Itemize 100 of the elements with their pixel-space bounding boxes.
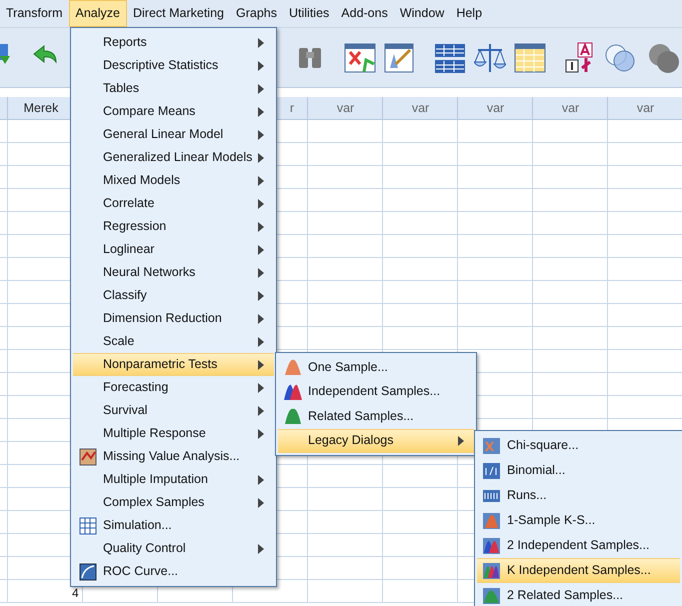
scale-icon[interactable] — [474, 42, 506, 74]
distribution-icon[interactable] — [483, 512, 501, 530]
menu-item[interactable]: 2 Related Samples... — [477, 583, 680, 606]
column-header: r — [290, 100, 294, 117]
column-header: var — [336, 100, 354, 117]
submenu-arrow-icon — [258, 474, 264, 484]
menu-bar-item[interactable]: Help — [450, 0, 488, 27]
submenu-arrow-icon — [258, 244, 264, 254]
menu-item[interactable]: K Independent Samples... — [477, 558, 680, 583]
menu-item[interactable]: Reports — [73, 31, 274, 54]
menu-item[interactable]: Nonparametric Tests — [73, 353, 274, 376]
missing-values-icon[interactable] — [79, 448, 97, 466]
submenu-arrow-icon — [258, 268, 264, 278]
menu-item[interactable]: Descriptive Statistics — [73, 54, 274, 77]
submenu-arrow-icon — [258, 176, 264, 186]
menu-item[interactable]: Survival — [73, 399, 274, 422]
edit-table-icon[interactable] — [384, 42, 414, 74]
menu-item-label: Multiple Response — [103, 425, 207, 442]
submenu-arrow-icon — [458, 436, 464, 446]
menu-item[interactable]: Quality Control — [73, 537, 274, 560]
distribution-icon[interactable] — [483, 586, 501, 604]
menu-item[interactable]: Regression — [73, 215, 274, 238]
menu-item[interactable]: Generalized Linear Models — [73, 146, 274, 169]
menu-item-label: Descriptive Statistics — [103, 57, 220, 74]
chi-square-icon[interactable] — [483, 436, 501, 454]
submenu-arrow-icon — [258, 544, 264, 554]
menu-item[interactable]: Correlate — [73, 192, 274, 215]
menu-item-label: ROC Curve... — [103, 563, 180, 580]
menu-item[interactable]: Multiple Response — [73, 422, 274, 445]
menu-item-label: Quality Control — [103, 540, 187, 558]
submenu-arrow-icon — [258, 60, 264, 70]
distribution-icon[interactable] — [284, 382, 302, 401]
menu-item-label: Reports — [103, 34, 148, 52]
column-header: var — [412, 100, 430, 117]
menu-item[interactable]: Tables — [73, 77, 274, 100]
menu-item[interactable]: Runs... — [477, 483, 680, 508]
menu-item[interactable]: General Linear Model — [73, 123, 274, 146]
variable-sets-icon[interactable] — [604, 42, 636, 74]
menu-item-label: Scale — [103, 333, 136, 350]
menu-item[interactable]: Missing Value Analysis... — [73, 445, 274, 468]
menu-item-label: Mixed Models — [103, 172, 182, 190]
menu-item-label: Binomial... — [507, 462, 566, 480]
column-header: var — [636, 100, 654, 117]
menu-item-label: Nonparametric Tests — [103, 356, 218, 374]
submenu-arrow-icon — [258, 38, 264, 48]
menu-item[interactable]: Loglinear — [73, 238, 274, 261]
menu-bar-item[interactable]: Window — [394, 0, 450, 27]
menu-item-label: 1-Sample K-S... — [507, 512, 596, 530]
menu-item[interactable]: Mixed Models — [73, 169, 274, 192]
submenu-arrow-icon — [258, 152, 264, 162]
table-icon[interactable] — [79, 516, 97, 534]
menu-item[interactable]: Forecasting — [73, 376, 274, 399]
submenu-arrow-icon — [258, 130, 264, 140]
roc-curve-icon[interactable] — [79, 562, 97, 580]
submenu-arrow-icon — [258, 406, 264, 416]
binomial-icon[interactable] — [483, 462, 501, 480]
menu-item[interactable]: Scale — [73, 330, 274, 353]
split-file-icon[interactable] — [434, 42, 466, 74]
menu-item[interactable]: 2 Independent Samples... — [477, 533, 680, 558]
menu-bar-item[interactable]: Utilities — [282, 0, 336, 27]
distribution-icon[interactable] — [483, 536, 501, 554]
menu-item[interactable]: One Sample... — [278, 355, 474, 380]
menu-bar-item[interactable]: Graphs — [230, 0, 283, 27]
menu-item[interactable]: Neural Networks — [73, 261, 274, 284]
menu-item[interactable]: Compare Means — [73, 100, 274, 123]
menu-item-label: Related Samples... — [308, 408, 415, 425]
menu-item[interactable]: Dimension Reduction — [73, 307, 274, 330]
menu-item-label: Survival — [103, 402, 148, 420]
menu-item[interactable]: Simulation... — [73, 514, 274, 537]
menu-item[interactable]: Classify — [73, 284, 274, 307]
menu-item[interactable]: 1-Sample K-S... — [477, 508, 680, 533]
menu-item-label: K Independent Samples... — [507, 562, 652, 580]
menu-item[interactable]: Independent Samples... — [278, 380, 474, 404]
menu-item[interactable]: Chi-square... — [477, 433, 680, 458]
menu-item-label: Runs... — [507, 487, 548, 504]
menu-item[interactable]: Complex Samples — [73, 491, 274, 514]
submenu-arrow-icon — [258, 222, 264, 232]
menu-item[interactable]: Legacy Dialogs — [278, 428, 474, 453]
menu-item-label: Dimension Reduction — [103, 310, 223, 328]
menu-item-label: One Sample... — [308, 358, 389, 376]
submenu-arrow-icon — [258, 498, 264, 508]
distribution-icon[interactable] — [284, 407, 302, 426]
menu-bar-item[interactable]: Transform — [0, 0, 68, 27]
menu-item-label: Complex Samples — [103, 494, 206, 512]
distribution-icon[interactable] — [483, 562, 501, 580]
submenu-arrow-icon — [258, 382, 264, 392]
menu-bar-item[interactable]: Add-ons — [335, 0, 394, 27]
column-header: var — [486, 100, 504, 117]
insert-cases-icon[interactable] — [344, 42, 376, 74]
menu-item-label: Multiple Imputation — [103, 471, 209, 488]
menu-item-label: Simulation... — [103, 517, 173, 534]
menu-item[interactable]: Binomial... — [477, 458, 680, 483]
menu-item[interactable]: Multiple Imputation — [73, 468, 274, 491]
select-cases-icon[interactable] — [514, 42, 546, 74]
menu-item-label: Forecasting — [103, 379, 170, 396]
menu-item[interactable]: ROC Curve... — [73, 560, 274, 583]
all-variables-icon[interactable] — [646, 42, 682, 74]
menu-bar-item[interactable]: Direct Marketing — [126, 0, 230, 27]
menu-bar-item[interactable]: Analyze — [68, 0, 127, 27]
menu-item[interactable]: Related Samples... — [278, 404, 474, 428]
